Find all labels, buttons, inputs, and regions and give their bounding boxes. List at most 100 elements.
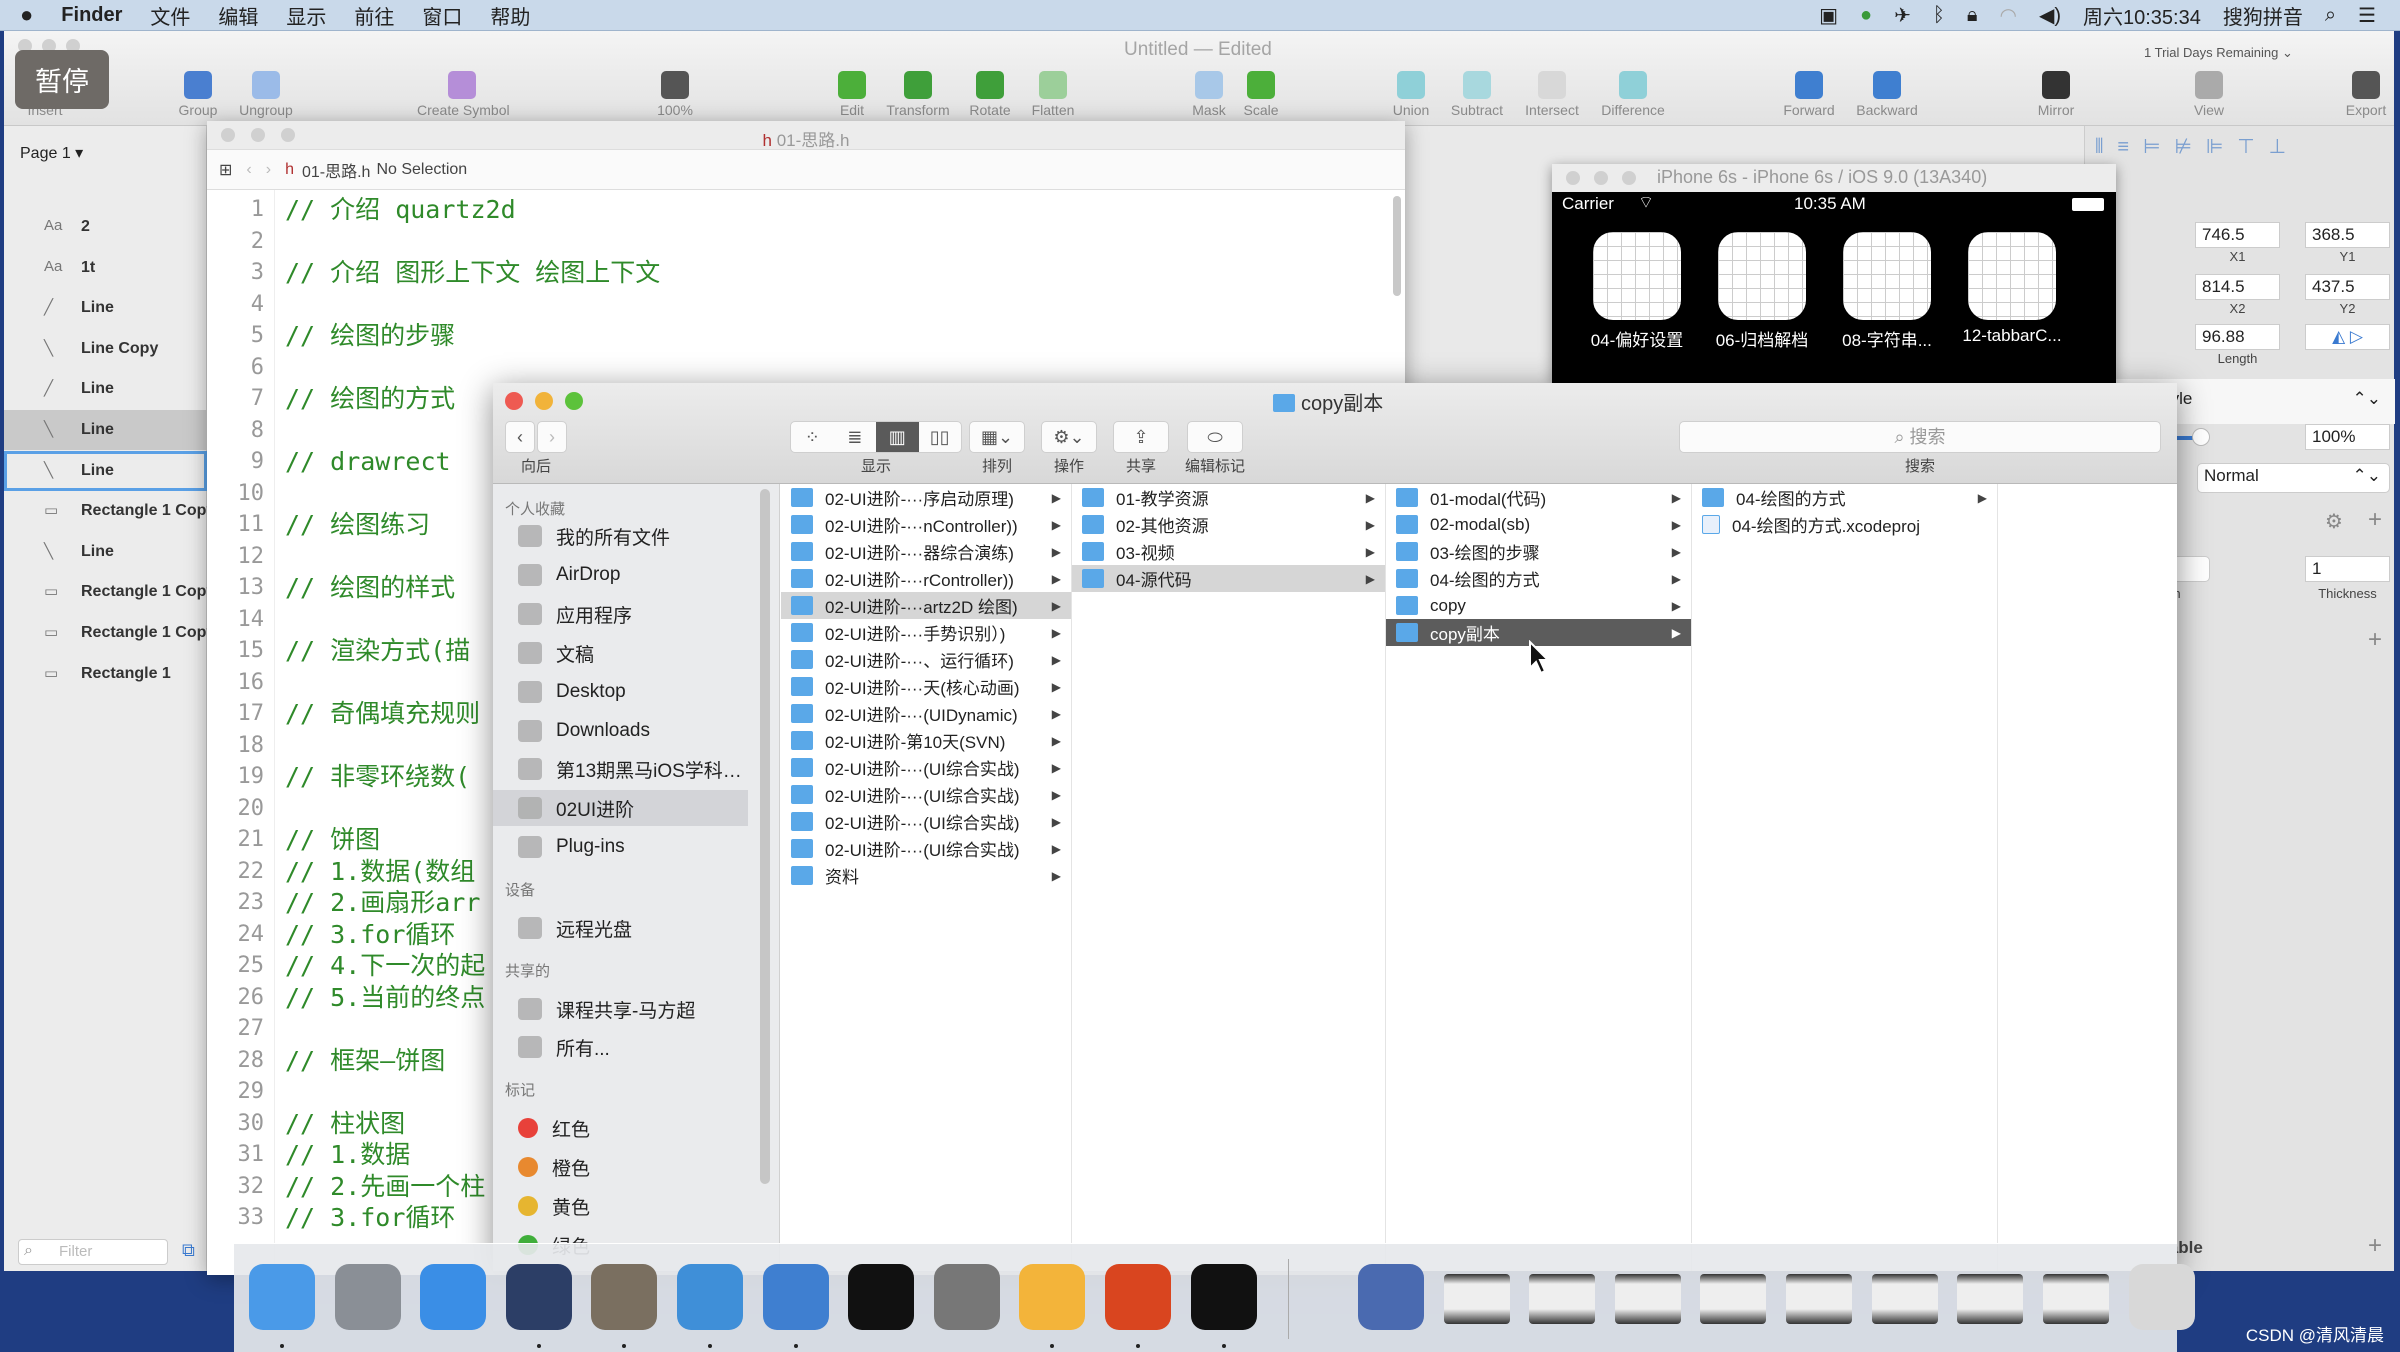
toolbar-intersect-button[interactable]: Intersect [1507, 31, 1597, 118]
clock[interactable]: 周六10:35:34 [2083, 1, 2201, 30]
sidebar-item[interactable]: 我的所有文件 [518, 518, 773, 554]
file-item[interactable]: 04-绘图的方式.xcodeproj [1692, 511, 1997, 538]
view-mode-segmented[interactable]: ⁘ ≣ ▥ ▯▯ [790, 421, 962, 453]
add-border-button[interactable]: + [2368, 626, 2382, 654]
layer-item[interactable]: ╲ Line [4, 532, 207, 572]
sidebar-item[interactable]: 黄色 [518, 1188, 773, 1224]
code-line[interactable]: // 4.下一次的起 [285, 950, 485, 982]
wifi-icon[interactable]: ◠ [2000, 3, 2017, 28]
sidebar-item[interactable]: Downloads [518, 713, 773, 749]
screen-2-icon[interactable] [1529, 1274, 1596, 1324]
page-selector[interactable]: Page 1 ▾ [20, 143, 83, 163]
notification-center-icon[interactable]: ☰ [2358, 3, 2376, 28]
layer-item[interactable]: ╱ Line [4, 369, 207, 409]
screen-3-icon[interactable] [1614, 1274, 1681, 1324]
layer-item[interactable]: ▭ Rectangle 1 Copy [4, 613, 215, 653]
filter-input[interactable]: Filter [18, 1239, 168, 1265]
zoom-button[interactable] [281, 128, 295, 142]
code-line[interactable]: // 奇偶填充规则 [285, 698, 480, 730]
layer-item[interactable]: ╱ Line [4, 288, 207, 328]
player-icon[interactable]: ● [1860, 4, 1872, 27]
folder-item[interactable]: 02-UI进阶-···(UI综合实战) ▶ [781, 808, 1071, 835]
sidebar-item[interactable]: 红色 [518, 1110, 773, 1146]
minimize-button[interactable] [1594, 171, 1608, 185]
code-line[interactable]: // 绘图的方式 [285, 383, 455, 415]
folder-item[interactable]: 01-教学资源 ▶ [1072, 484, 1385, 511]
ime-indicator[interactable]: 搜狗拼音 [2223, 1, 2303, 30]
minimize-button[interactable] [251, 128, 265, 142]
folder-item[interactable]: 04-绘图的方式 ▶ [1386, 565, 1691, 592]
folder-item[interactable]: 03-视频 ▶ [1072, 538, 1385, 565]
column-view-icon[interactable]: ▥ [876, 422, 919, 452]
toolbar-flatten-button[interactable]: Flatten [1008, 31, 1098, 118]
length-field[interactable]: 96.88 [2195, 324, 2280, 350]
volume-icon[interactable]: ◀) [2039, 3, 2061, 28]
safari-icon[interactable] [420, 1264, 487, 1330]
quicktime-screen-icon[interactable] [1358, 1264, 1424, 1330]
sidebar-item[interactable]: 02UI进阶 [493, 790, 748, 826]
add-fill-button[interactable]: + [2368, 506, 2382, 534]
toolbar-zoom-button[interactable]: 100% [630, 31, 720, 118]
share-button[interactable]: ⇪ [1113, 421, 1169, 453]
code-line[interactable]: // 3.for循环 [285, 1202, 455, 1234]
layer-item[interactable]: ▭ Rectangle 1 Copy [4, 572, 215, 612]
launchpad-icon[interactable] [334, 1264, 401, 1330]
related-items-icon[interactable]: ⊞ [219, 160, 232, 180]
lock-icon[interactable]: 🔒︎ [1967, 4, 1978, 27]
terminal-icon[interactable] [848, 1264, 915, 1330]
code-line[interactable]: // 绘图练习 [285, 509, 430, 541]
code-line[interactable]: // 1.数据(数组 [285, 856, 475, 888]
menu-window[interactable]: 窗口 [422, 1, 462, 30]
toolbar-ungroup-button[interactable]: Ungroup [221, 31, 311, 118]
code-line[interactable]: // 框架—饼图 [285, 1045, 445, 1077]
code-line[interactable]: // 3.for循环 [285, 919, 455, 951]
menu-view[interactable]: 显示 [286, 1, 326, 30]
scrollbar[interactable] [1393, 196, 1401, 296]
screen-record-icon[interactable]: ▣ [1819, 3, 1838, 28]
toolbar-symbol-button[interactable]: Create Symbol [417, 31, 510, 118]
code-line[interactable]: // 1.数据 [285, 1139, 410, 1171]
code-line[interactable]: // 柱状图 [285, 1108, 405, 1140]
layer-item[interactable]: ╲ Line Copy [4, 329, 207, 369]
sidebar-item[interactable]: 第13期黑马iOS学科… [518, 751, 773, 787]
folder-item[interactable]: 02-UI进阶-···序启动原理) ▶ [781, 484, 1071, 511]
back-icon[interactable]: ‹ [246, 161, 251, 179]
screen-5-icon[interactable] [1786, 1274, 1852, 1324]
xcode-instruments-icon[interactable] [762, 1264, 829, 1330]
layer-item[interactable]: Aa 2 [4, 207, 207, 247]
system-preferences-icon[interactable] [933, 1264, 1000, 1330]
fill-settings-icon[interactable]: ⚙ [2325, 509, 2343, 534]
folder-item[interactable]: 02-UI进阶-···artz2D 绘图) ▶ [781, 592, 1071, 619]
sidebar-item[interactable]: 远程光盘 [518, 910, 773, 946]
cover-flow-icon[interactable]: ▯▯ [919, 422, 962, 452]
pause-overlay[interactable]: 暂停 [15, 50, 109, 109]
search-field[interactable]: ⌕ 搜索 [1679, 421, 2161, 453]
code-line[interactable]: // 非零环绕数( [285, 761, 470, 793]
folder-item[interactable]: 04-绘图的方式 ▶ [1692, 484, 1997, 511]
thickness-field[interactable]: 1 [2305, 556, 2390, 582]
folder-item[interactable]: 02-UI进阶-···rController)) ▶ [781, 565, 1071, 592]
toolbar-forward-button[interactable]: Forward [1764, 31, 1854, 118]
bluetooth-icon[interactable]: ᛒ [1933, 4, 1945, 27]
sidebar-item[interactable]: 所有... [518, 1029, 773, 1065]
zoom-button[interactable] [1622, 171, 1636, 185]
minimize-button[interactable] [535, 392, 553, 410]
toolbar-backward-button[interactable]: Backward [1842, 31, 1932, 118]
toolbar-scale-button[interactable]: Scale [1216, 31, 1306, 118]
screen-4-icon[interactable] [1700, 1274, 1767, 1324]
layer-item[interactable]: ▭ Rectangle 1 [4, 654, 207, 694]
screen-1-icon[interactable] [1443, 1274, 1510, 1324]
folder-item[interactable]: 02-UI进阶-···器综合演练) ▶ [781, 538, 1071, 565]
folder-item[interactable]: 02-UI进阶-···天(核心动画) ▶ [781, 673, 1071, 700]
code-line[interactable]: // 绘图的步骤 [285, 320, 455, 352]
toolbar-view-button[interactable]: View [2164, 31, 2254, 118]
add-export-button[interactable]: + [2368, 1232, 2382, 1260]
layer-item[interactable]: ╲ Line [4, 450, 207, 491]
opacity-slider-thumb[interactable] [2192, 428, 2210, 446]
arrange-button[interactable]: ▦⌄ [969, 421, 1025, 453]
sidebar-item[interactable]: 应用程序 [518, 596, 773, 632]
forward-icon[interactable]: › [266, 161, 271, 179]
folder-item[interactable]: 02-modal(sb) ▶ [1386, 511, 1691, 538]
folder-item[interactable]: 02-UI进阶-···(UI综合实战) ▶ [781, 754, 1071, 781]
opacity-field[interactable]: 100% [2305, 424, 2390, 450]
